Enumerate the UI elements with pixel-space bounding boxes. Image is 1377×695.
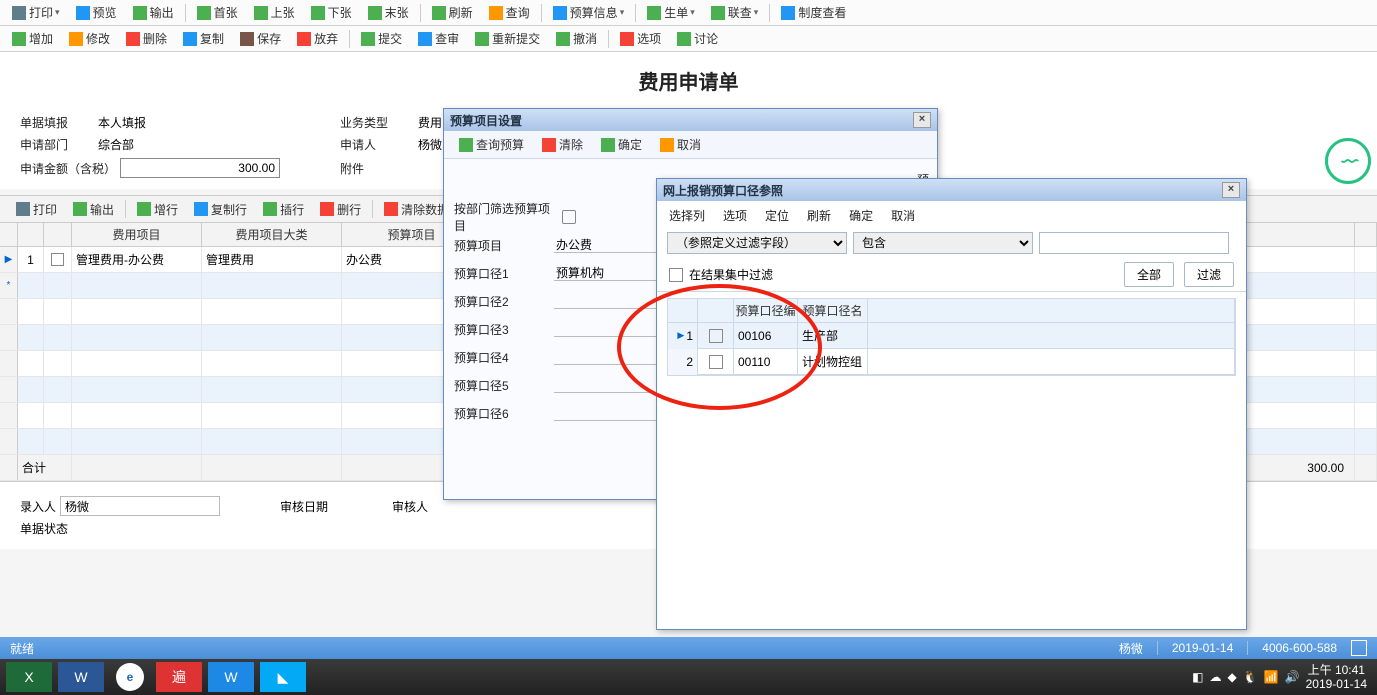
next-button[interactable]: 下张 bbox=[305, 2, 358, 23]
grid-export[interactable]: 输出 bbox=[67, 199, 120, 220]
options-button[interactable]: 选项 bbox=[614, 28, 667, 49]
filter-button[interactable]: 过滤 bbox=[1184, 262, 1234, 287]
edit-button[interactable]: 修改 bbox=[63, 28, 116, 49]
taskbar: X W e 遍 W ◣ ◧ ☁ ◆ 🐧 📶 🔊 上午 10:412019-01-… bbox=[0, 659, 1377, 695]
menu-ok[interactable]: 确定 bbox=[849, 207, 873, 224]
budget-clear-button[interactable]: 清除 bbox=[535, 133, 590, 156]
submit-button[interactable]: 提交 bbox=[355, 28, 408, 49]
ie-icon[interactable]: e bbox=[110, 662, 150, 692]
entry-person-input[interactable] bbox=[60, 496, 220, 516]
reference-menu: 选择列 选项 定位 刷新 确定 取消 bbox=[657, 201, 1246, 228]
last-button[interactable]: 末张 bbox=[362, 2, 415, 23]
print-button[interactable]: 打印▾ bbox=[6, 2, 66, 23]
reference-row[interactable]: 2 00110 计划物控组 bbox=[668, 349, 1235, 375]
excel-icon[interactable]: X bbox=[6, 662, 52, 692]
resubmit-button[interactable]: 重新提交 bbox=[469, 28, 546, 49]
link-query-button[interactable]: 联查▾ bbox=[705, 2, 765, 23]
wifi-icon[interactable] bbox=[1325, 138, 1371, 184]
budget-caliber-reference-dialog: 网上报销预算口径参照× 选择列 选项 定位 刷新 确定 取消 （参照定义过滤字段… bbox=[656, 178, 1247, 630]
applicant-link[interactable]: 申请人 bbox=[340, 136, 418, 153]
audit-button[interactable]: 查审 bbox=[412, 28, 465, 49]
menu-locate[interactable]: 定位 bbox=[765, 207, 789, 224]
gen-doc-button[interactable]: 生单▾ bbox=[641, 2, 701, 23]
budget-query-button[interactable]: 查询预算 bbox=[452, 133, 531, 156]
refresh-button[interactable]: 刷新 bbox=[426, 2, 479, 23]
close-icon[interactable]: × bbox=[913, 112, 931, 128]
dept-link[interactable]: 申请部门 bbox=[20, 136, 98, 153]
preview-button[interactable]: 预览 bbox=[70, 2, 123, 23]
discard-button[interactable]: 放弃 bbox=[291, 28, 344, 49]
revoke-button[interactable]: 撤消 bbox=[550, 28, 603, 49]
export-button[interactable]: 输出 bbox=[127, 2, 180, 23]
filter-in-results-checkbox[interactable] bbox=[669, 268, 683, 282]
prev-button[interactable]: 上张 bbox=[248, 2, 301, 23]
tray-icon[interactable]: ☁ bbox=[1210, 670, 1222, 684]
grid-delrow[interactable]: 删行 bbox=[314, 199, 367, 220]
word-icon[interactable]: W bbox=[58, 662, 104, 692]
filter-value-input[interactable] bbox=[1039, 232, 1229, 254]
grid-copyrow[interactable]: 复制行 bbox=[188, 199, 253, 220]
menu-cancel[interactable]: 取消 bbox=[891, 207, 915, 224]
grid-addrow[interactable]: 增行 bbox=[131, 199, 184, 220]
tray-icon[interactable]: 🔊 bbox=[1285, 670, 1300, 684]
close-icon[interactable]: × bbox=[1222, 182, 1240, 198]
budget-ok-button[interactable]: 确定 bbox=[594, 133, 649, 156]
app-icon[interactable]: 遍 bbox=[156, 662, 202, 692]
system-tray: ◧ ☁ ◆ 🐧 📶 🔊 上午 10:412019-01-14 bbox=[1192, 663, 1377, 692]
all-button[interactable]: 全部 bbox=[1124, 262, 1174, 287]
row-checkbox[interactable] bbox=[709, 329, 723, 343]
system-view-button[interactable]: 制度查看 bbox=[775, 2, 852, 23]
qr-icon[interactable] bbox=[1351, 640, 1367, 656]
statusbar: 就绪 杨微 2019-01-14 4006-600-588 bbox=[0, 637, 1377, 659]
row-checkbox[interactable] bbox=[51, 253, 64, 266]
filter-cond-select[interactable]: 包含 bbox=[853, 232, 1033, 254]
budget-info-button[interactable]: 预算信息▾ bbox=[547, 2, 631, 23]
attachment-link[interactable]: 附件 bbox=[340, 160, 418, 177]
copy-button[interactable]: 复制 bbox=[177, 28, 230, 49]
filter-by-dept-checkbox[interactable] bbox=[562, 210, 576, 224]
bird-icon[interactable]: ◣ bbox=[260, 662, 306, 692]
first-button[interactable]: 首张 bbox=[191, 2, 244, 23]
delete-button[interactable]: 删除 bbox=[120, 28, 173, 49]
amount-input[interactable] bbox=[120, 158, 280, 178]
save-button[interactable]: 保存 bbox=[234, 28, 287, 49]
page-title: 费用申请单 bbox=[0, 52, 1377, 105]
wps-icon[interactable]: W bbox=[208, 662, 254, 692]
menu-select-cols[interactable]: 选择列 bbox=[669, 207, 705, 224]
discuss-button[interactable]: 讨论 bbox=[671, 28, 724, 49]
tray-icon[interactable]: ◧ bbox=[1192, 670, 1203, 684]
grid-print[interactable]: 打印 bbox=[10, 199, 63, 220]
tray-icon[interactable]: 🐧 bbox=[1243, 670, 1258, 684]
row-checkbox[interactable] bbox=[709, 355, 723, 369]
add-button[interactable]: 增加 bbox=[6, 28, 59, 49]
budget-cancel-button[interactable]: 取消 bbox=[653, 133, 708, 156]
filter-field-select[interactable]: （参照定义过滤字段） bbox=[667, 232, 847, 254]
tray-icon[interactable]: ◆ bbox=[1228, 670, 1237, 684]
reference-grid: 预算口径编 预算口径名 ▶1 00106 生产部 2 00110 计划物控组 bbox=[667, 298, 1236, 376]
reference-row[interactable]: ▶1 00106 生产部 bbox=[668, 323, 1235, 349]
query-button[interactable]: 查询 bbox=[483, 2, 536, 23]
grid-insrow[interactable]: 插行 bbox=[257, 199, 310, 220]
menu-options[interactable]: 选项 bbox=[723, 207, 747, 224]
tray-icon[interactable]: 📶 bbox=[1264, 670, 1279, 684]
menu-refresh[interactable]: 刷新 bbox=[807, 207, 831, 224]
